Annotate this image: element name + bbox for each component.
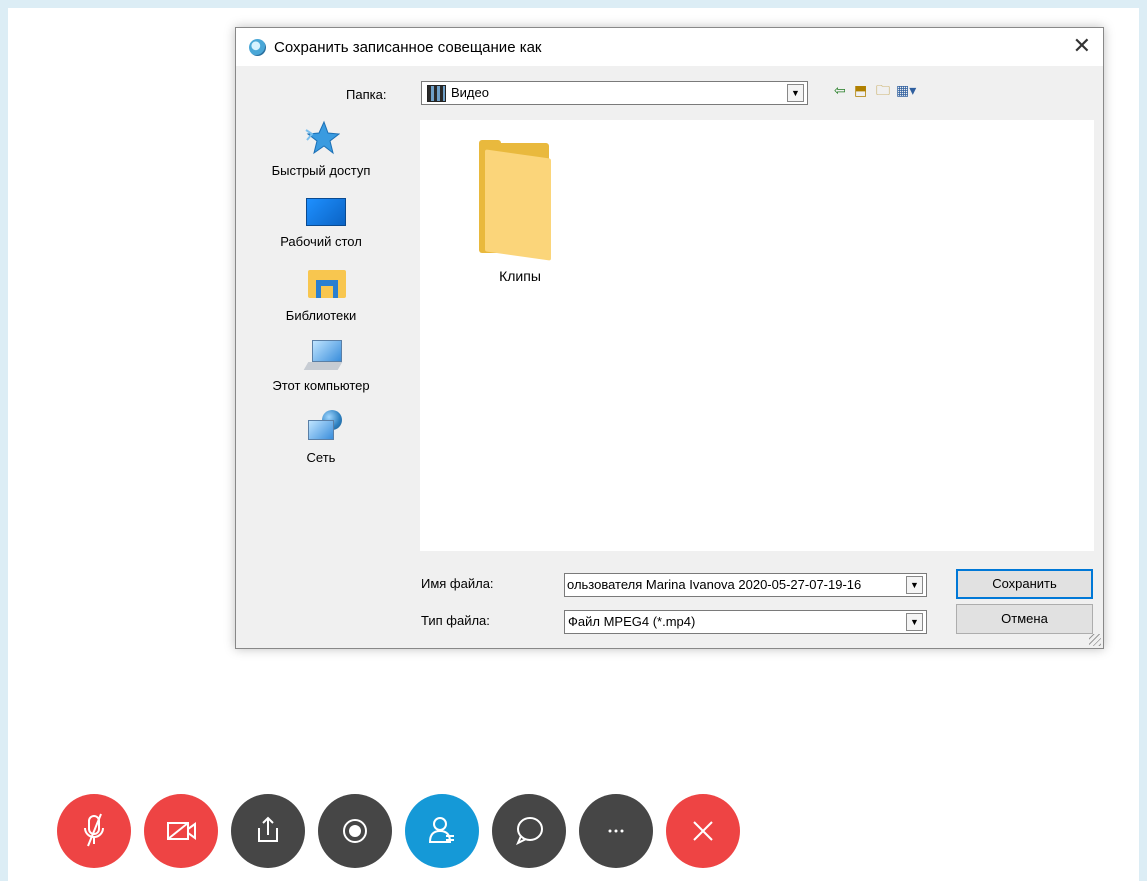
place-label: Сеть bbox=[306, 450, 336, 465]
filetype-select[interactable]: Файл MPEG4 (*.mp4) ▼ bbox=[564, 610, 927, 634]
place-desktop[interactable]: Рабочий стол bbox=[246, 194, 396, 260]
mute-microphone-button[interactable] bbox=[57, 794, 131, 868]
save-button[interactable]: Сохранить bbox=[956, 569, 1093, 599]
this-pc-icon bbox=[303, 338, 343, 372]
video-folder-icon bbox=[427, 85, 446, 102]
dialog-title: Сохранить записанное совещание как bbox=[274, 39, 542, 56]
view-menu-icon[interactable]: ▦▾ bbox=[896, 82, 916, 98]
filename-label: Имя файла: bbox=[421, 576, 494, 591]
place-this-pc[interactable]: Этот компьютер bbox=[246, 338, 396, 404]
participants-button[interactable] bbox=[405, 794, 479, 868]
chat-button[interactable] bbox=[492, 794, 566, 868]
filetype-label: Тип файла: bbox=[421, 613, 490, 628]
libraries-icon bbox=[304, 266, 346, 300]
share-icon bbox=[258, 816, 278, 842]
record-button[interactable] bbox=[318, 794, 392, 868]
place-label: Этот компьютер bbox=[272, 378, 370, 393]
file-list[interactable]: Клипы bbox=[420, 120, 1094, 551]
folder-name: Клипы bbox=[499, 268, 541, 284]
leave-meeting-button[interactable] bbox=[666, 794, 740, 868]
place-label: Библиотеки bbox=[285, 308, 357, 323]
place-libraries[interactable]: Библиотеки bbox=[246, 266, 396, 332]
folder-label: Папка: bbox=[346, 87, 387, 102]
window-frame-top bbox=[0, 0, 1147, 8]
stop-video-button[interactable] bbox=[144, 794, 218, 868]
place-network[interactable]: Сеть bbox=[246, 410, 396, 476]
folder-icon bbox=[473, 140, 565, 261]
close-icon bbox=[693, 821, 713, 841]
microphone-off-icon bbox=[84, 813, 104, 847]
folder-item-clips[interactable]: Клипы bbox=[465, 140, 575, 290]
quick-access-star-icon bbox=[304, 120, 341, 155]
filetype-value: Файл MPEG4 (*.mp4) bbox=[568, 614, 696, 629]
back-arrow-icon[interactable]: ⇦ bbox=[834, 82, 846, 98]
folder-select[interactable]: Видео ▼ bbox=[421, 81, 808, 105]
place-label: Рабочий стол bbox=[280, 234, 362, 249]
dialog-titlebar: Сохранить записанное совещание как ✕ bbox=[236, 28, 1103, 66]
record-icon bbox=[343, 819, 367, 843]
cancel-button[interactable]: Отмена bbox=[956, 604, 1093, 634]
resize-grip[interactable] bbox=[1089, 634, 1101, 646]
camera-off-icon bbox=[167, 822, 196, 840]
close-icon[interactable]: ✕ bbox=[1073, 35, 1091, 57]
folder-value: Видео bbox=[451, 85, 489, 100]
participants-icon bbox=[428, 817, 454, 843]
up-folder-icon[interactable]: ⬒ bbox=[854, 82, 867, 98]
desktop-icon bbox=[304, 196, 346, 230]
call-controls-bar bbox=[57, 794, 757, 868]
new-folder-icon[interactable]: 🗀 bbox=[876, 82, 890, 98]
chevron-down-icon[interactable]: ▼ bbox=[906, 613, 923, 631]
save-recording-dialog: Сохранить записанное совещание как ✕ Пап… bbox=[235, 27, 1104, 649]
app-logo-icon bbox=[249, 39, 266, 56]
window-frame-left bbox=[0, 0, 8, 881]
filename-input[interactable] bbox=[565, 574, 909, 594]
filename-combo[interactable]: ▼ bbox=[564, 573, 927, 597]
more-options-button[interactable] bbox=[579, 794, 653, 868]
network-icon bbox=[304, 410, 342, 444]
window-frame-right bbox=[1139, 0, 1147, 881]
place-label: Быстрый доступ bbox=[271, 163, 371, 178]
chat-icon bbox=[516, 817, 543, 846]
share-content-button[interactable] bbox=[231, 794, 305, 868]
chevron-down-icon[interactable]: ▼ bbox=[787, 84, 804, 102]
place-quick-access[interactable]: Быстрый доступ bbox=[246, 120, 396, 186]
chevron-down-icon[interactable]: ▼ bbox=[906, 576, 923, 594]
more-icon bbox=[608, 829, 624, 833]
